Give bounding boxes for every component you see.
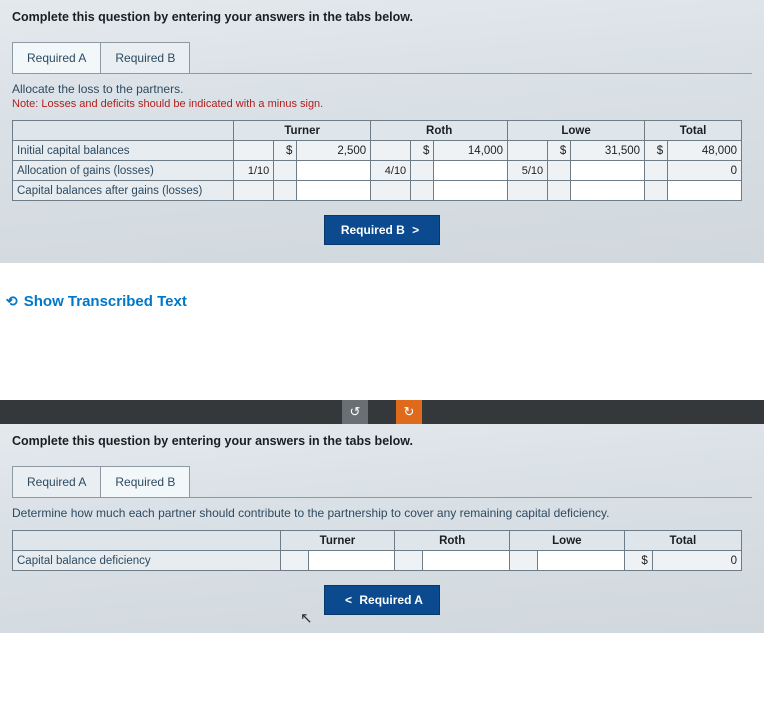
prompt-a: Allocate the loss to the partners. xyxy=(12,82,752,96)
lowe-after-input[interactable] xyxy=(571,181,645,201)
note-a: Note: Losses and deficits should be indi… xyxy=(12,98,752,110)
chevron-left-icon: < xyxy=(345,593,352,607)
redo-button[interactable]: ↻ xyxy=(396,400,422,424)
row-after-label: Capital balances after gains (losses) xyxy=(13,181,234,201)
transcribed-section: Show Transcribed Text xyxy=(0,263,764,400)
col-lowe: Lowe xyxy=(508,121,645,141)
tabs-top: Required A Required B xyxy=(12,42,756,73)
turner-after-input[interactable] xyxy=(297,181,371,201)
row-deficiency-label: Capital balance deficiency xyxy=(13,551,281,571)
cell xyxy=(411,161,434,181)
roth-alloc-input[interactable] xyxy=(434,161,508,181)
nav-row-top: Required B > xyxy=(12,215,752,245)
tab-body-a: Allocate the loss to the partners. Note:… xyxy=(12,73,752,245)
mid-toolbar: ↺ ↻ xyxy=(0,400,764,424)
table-row: Initial capital balances $ 2,500 $ 14,00… xyxy=(13,141,742,161)
cell xyxy=(645,161,668,181)
col-turner: Turner xyxy=(280,531,395,551)
table-row: Capital balances after gains (losses) xyxy=(13,181,742,201)
chevron-right-icon: > xyxy=(412,223,419,237)
lowe-fraction[interactable]: 5/10 xyxy=(508,161,548,181)
cell: $ xyxy=(274,141,297,161)
nav-row-bottom: < Required A xyxy=(12,585,752,615)
nav-label: Required B xyxy=(341,223,405,237)
lowe-initial[interactable]: 31,500 xyxy=(571,141,645,161)
tab-body-b: Determine how much each partner should c… xyxy=(12,497,752,615)
total-alloc: 0 xyxy=(668,161,742,181)
turner-def-input[interactable] xyxy=(308,551,395,571)
lowe-def-input[interactable] xyxy=(538,551,625,571)
panel-required-b: Complete this question by entering your … xyxy=(0,424,764,633)
col-roth: Roth xyxy=(371,121,508,141)
cell xyxy=(395,551,423,571)
turner-initial[interactable]: 2,500 xyxy=(297,141,371,161)
col-blank xyxy=(13,531,281,551)
cell: $ xyxy=(624,551,652,571)
roth-after-input[interactable] xyxy=(434,181,508,201)
tab-required-b[interactable]: Required B xyxy=(101,466,190,497)
cell xyxy=(510,551,538,571)
row-alloc-label: Allocation of gains (losses) xyxy=(13,161,234,181)
lowe-alloc-input[interactable] xyxy=(571,161,645,181)
table-row: Allocation of gains (losses) 1/10 4/10 5… xyxy=(13,161,742,181)
panel-required-a: Complete this question by entering your … xyxy=(0,0,764,263)
turner-fraction[interactable]: 1/10 xyxy=(234,161,274,181)
deficiency-table: Turner Roth Lowe Total Capital balance d… xyxy=(12,530,742,571)
total-after[interactable] xyxy=(668,181,742,201)
tab-required-a[interactable]: Required A xyxy=(12,466,101,497)
cell: $ xyxy=(548,141,571,161)
undo-button[interactable]: ↺ xyxy=(342,400,368,424)
cell[interactable] xyxy=(371,181,411,201)
tab-required-a[interactable]: Required A xyxy=(12,42,101,73)
col-total: Total xyxy=(645,121,742,141)
cell[interactable] xyxy=(234,181,274,201)
cell[interactable] xyxy=(508,141,548,161)
turner-alloc-input[interactable] xyxy=(297,161,371,181)
cell: $ xyxy=(411,141,434,161)
col-total: Total xyxy=(624,531,741,551)
cell xyxy=(280,551,308,571)
total-initial: 48,000 xyxy=(668,141,742,161)
next-required-b-button[interactable]: Required B > xyxy=(324,215,440,245)
instruction-text: Complete this question by entering your … xyxy=(12,434,756,448)
undo-icon: ↺ xyxy=(350,404,361,420)
cell xyxy=(411,181,434,201)
instruction-text: Complete this question by entering your … xyxy=(12,10,756,24)
total-def: 0 xyxy=(652,551,741,571)
col-lowe: Lowe xyxy=(510,531,625,551)
cell xyxy=(274,181,297,201)
col-turner: Turner xyxy=(234,121,371,141)
prev-required-a-button[interactable]: < Required A xyxy=(324,585,440,615)
allocation-table: Turner Roth Lowe Total Initial capital b… xyxy=(12,120,742,201)
tabs-bottom: Required A Required B xyxy=(12,466,756,497)
redo-icon: ↻ xyxy=(404,404,415,420)
roth-def-input[interactable] xyxy=(423,551,510,571)
cell[interactable] xyxy=(371,141,411,161)
show-transcribed-link[interactable]: Show Transcribed Text xyxy=(6,293,187,310)
roth-fraction[interactable]: 4/10 xyxy=(371,161,411,181)
cell xyxy=(645,181,668,201)
cell xyxy=(274,161,297,181)
cell: $ xyxy=(645,141,668,161)
cell xyxy=(548,181,571,201)
tab-required-b[interactable]: Required B xyxy=(101,42,190,73)
cell xyxy=(548,161,571,181)
row-initial-label: Initial capital balances xyxy=(13,141,234,161)
nav-label: Required A xyxy=(359,593,423,607)
prompt-b: Determine how much each partner should c… xyxy=(12,506,752,520)
table-row: Capital balance deficiency $ 0 xyxy=(13,551,742,571)
roth-initial[interactable]: 14,000 xyxy=(434,141,508,161)
col-blank xyxy=(13,121,234,141)
cell[interactable] xyxy=(234,141,274,161)
col-roth: Roth xyxy=(395,531,510,551)
cell[interactable] xyxy=(508,181,548,201)
